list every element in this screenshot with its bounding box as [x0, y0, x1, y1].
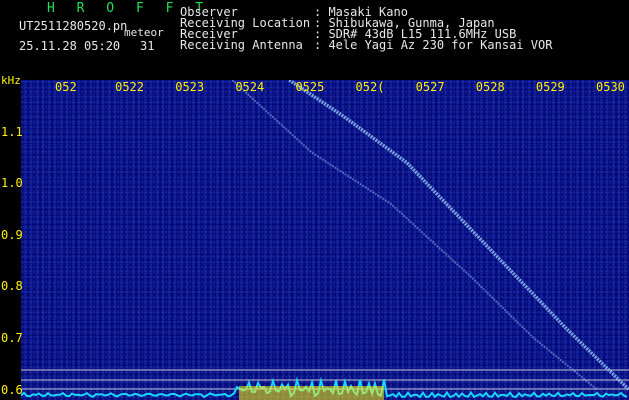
x-tick-label: 0529: [535, 80, 565, 94]
detection-type: meteor: [124, 26, 164, 39]
x-tick-label: 0523: [175, 80, 205, 94]
x-tick-label: 0530: [596, 80, 625, 94]
echo-trace-secondary: [231, 80, 598, 391]
capture-datetime: 25.11.28 05:20: [19, 39, 121, 53]
y-tick-label: 0.6: [1, 382, 23, 397]
x-tick-label: 052: [55, 80, 77, 94]
y-tick-label: 0.7: [1, 331, 23, 346]
file-name: UT2511280520.pn: [19, 19, 128, 33]
spectrogram-window: H R O F F T UT2511280520.pn meteor 25.11…: [0, 0, 629, 400]
x-tick-label: 0522: [115, 80, 145, 94]
x-tick-label: 0527: [415, 80, 445, 94]
y-tick-label: 0.8: [1, 279, 23, 294]
antenna-value: : 4ele Yagi Az 230 for Kansai VOR: [314, 38, 553, 52]
antenna-label: Receiving Antenna: [180, 38, 303, 52]
x-tick-label: 0524: [235, 80, 265, 94]
noise-burst: [239, 386, 384, 400]
y-tick-label: 0.9: [1, 227, 23, 242]
y-axis-unit-label: kHz: [1, 74, 21, 87]
x-tick-label: 0525: [295, 80, 325, 94]
y-tick-label: 1.1: [1, 124, 23, 139]
x-tick-label: 0528: [475, 80, 505, 94]
spectrogram-svg: [21, 80, 629, 400]
x-tick-label: 052(: [355, 80, 385, 94]
spectrogram-plot: [21, 80, 629, 400]
echo-count: 31: [140, 39, 155, 53]
y-tick-label: 1.0: [1, 176, 23, 191]
echo-trace-main: [288, 80, 629, 391]
